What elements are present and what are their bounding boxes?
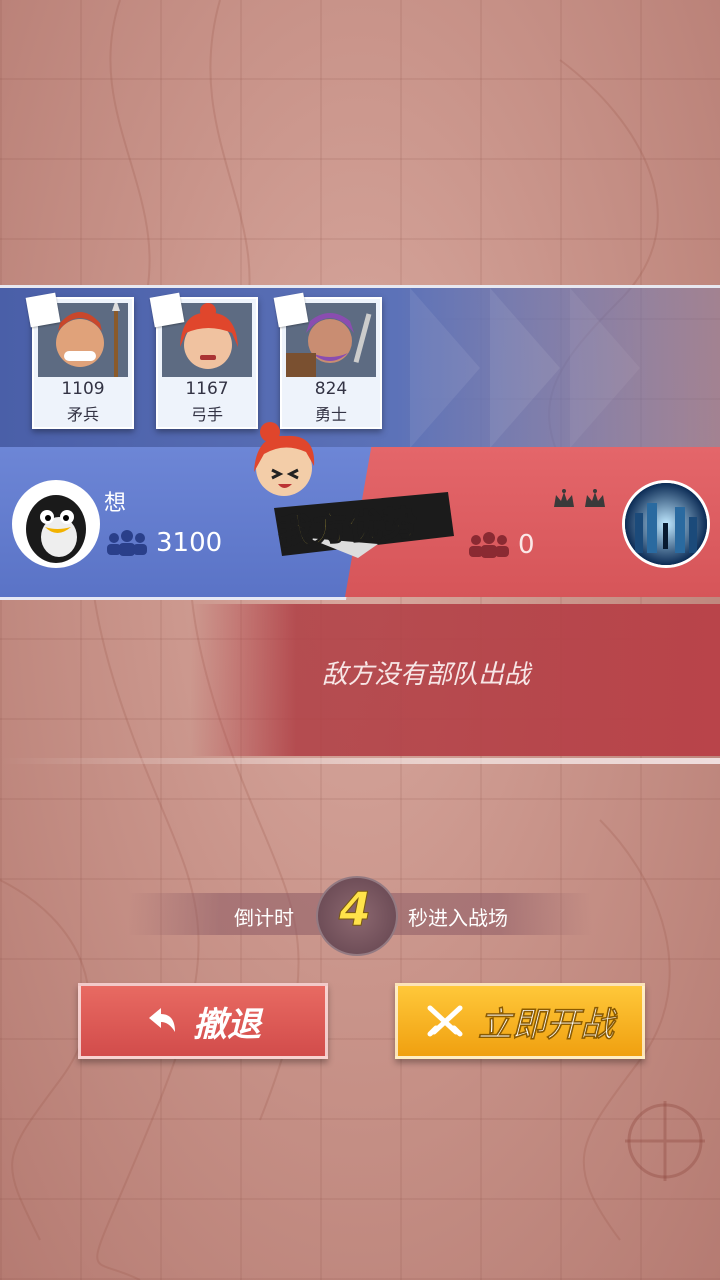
bow-icon (149, 292, 185, 328)
enemy-avatar[interactable] (622, 480, 710, 568)
message-divider (0, 758, 720, 764)
compass-icon (625, 1101, 705, 1181)
back-arrow-icon (149, 1008, 175, 1032)
sword-icon (273, 292, 309, 328)
spear-icon (25, 292, 61, 328)
unit-card-warrior[interactable]: 824 勇士 (273, 292, 382, 429)
chevron-decoration (570, 288, 640, 448)
enemy-message: 敌方没有部队出战 (322, 660, 531, 690)
unit-name: 矛兵 (66, 405, 99, 424)
chevron-decoration (410, 288, 480, 448)
player-avatar[interactable] (12, 480, 100, 568)
unit-power: 824 (314, 379, 348, 399)
countdown-seconds: 4 (338, 882, 371, 937)
countdown-suffix: 秒进入战场 (408, 906, 508, 930)
troops-icon (469, 532, 509, 558)
player-troop-count: 3100 (156, 528, 223, 558)
enemy-troop-count: 0 (518, 530, 535, 560)
crossed-swords-icon (427, 1005, 463, 1037)
retreat-label: 撤退 (193, 1004, 261, 1045)
chevron-decoration (490, 288, 560, 448)
countdown-prefix: 倒计时 (234, 906, 294, 930)
player-name: 想 (104, 491, 127, 516)
unit-power: 1167 (185, 379, 229, 399)
advantage-label: 我方优势 (276, 502, 420, 553)
fight-now-label: 立即开战 (478, 1004, 615, 1045)
crown-icon (585, 489, 605, 507)
troops-icon (107, 530, 147, 556)
unit-power: 1109 (61, 379, 105, 399)
unit-card-archer[interactable]: 1167 弓手 (149, 292, 258, 429)
unit-card-spearman[interactable]: 1109 矛兵 (25, 292, 134, 429)
retreat-button[interactable]: 撤退 (78, 983, 328, 1059)
fight-now-button[interactable]: 立即开战 (395, 983, 645, 1059)
mascot-girl-icon (254, 422, 315, 496)
crown-icon (554, 489, 574, 507)
